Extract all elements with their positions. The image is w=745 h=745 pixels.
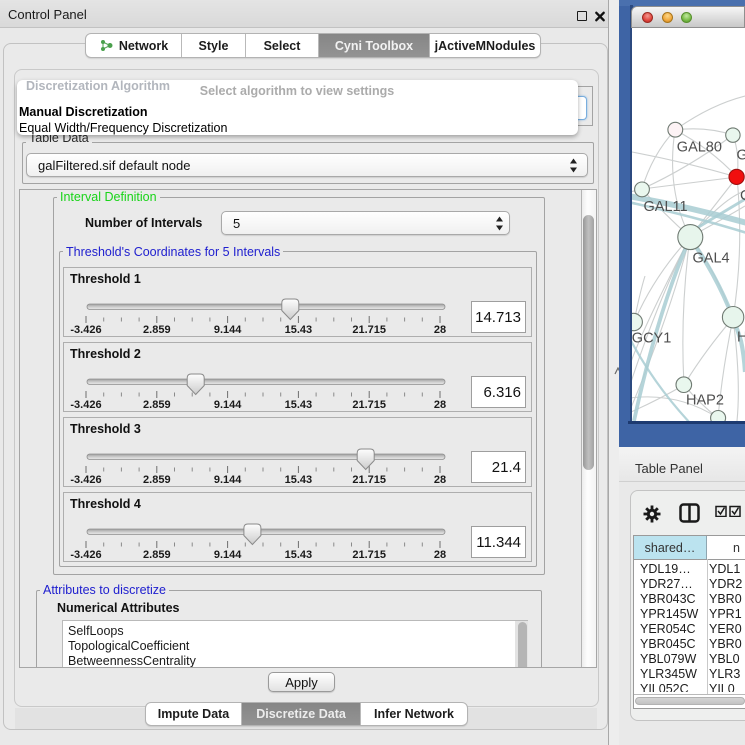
svg-text:21.715: 21.715 (352, 474, 386, 486)
svg-text:21.715: 21.715 (352, 399, 386, 411)
svg-text:-3.426: -3.426 (70, 399, 101, 411)
svg-text:9.144: 9.144 (214, 324, 242, 336)
svg-text:2.859: 2.859 (143, 399, 171, 411)
svg-text:15.43: 15.43 (285, 549, 313, 561)
svg-text:-3.426: -3.426 (70, 324, 101, 336)
svg-text:9.144: 9.144 (214, 399, 242, 411)
svg-text:2.859: 2.859 (143, 324, 171, 336)
svg-text:GAL4: GAL4 (693, 251, 730, 267)
svg-text:21.715: 21.715 (352, 549, 386, 561)
svg-text:GCY1: GCY1 (632, 331, 671, 347)
svg-text:28: 28 (434, 549, 446, 561)
svg-text:15.43: 15.43 (285, 399, 313, 411)
svg-text:-3.426: -3.426 (70, 549, 101, 561)
svg-text:15.43: 15.43 (285, 474, 313, 486)
svg-text:GA: GA (737, 148, 745, 164)
svg-text:2.859: 2.859 (143, 474, 171, 486)
svg-text:15.43: 15.43 (285, 324, 313, 336)
svg-text:HAP2: HAP2 (686, 393, 724, 409)
svg-text:9.144: 9.144 (214, 474, 242, 486)
svg-text:28: 28 (434, 399, 446, 411)
svg-text:28: 28 (434, 474, 446, 486)
svg-text:H: H (737, 330, 745, 346)
svg-text:GAL80: GAL80 (677, 140, 722, 156)
svg-text:GAL11: GAL11 (644, 199, 688, 215)
svg-text:-3.426: -3.426 (70, 474, 101, 486)
svg-text:9.144: 9.144 (214, 549, 242, 561)
svg-text:C: C (740, 188, 745, 204)
svg-text:2.859: 2.859 (143, 549, 171, 561)
svg-text:28: 28 (434, 324, 446, 336)
svg-text:21.715: 21.715 (352, 324, 386, 336)
